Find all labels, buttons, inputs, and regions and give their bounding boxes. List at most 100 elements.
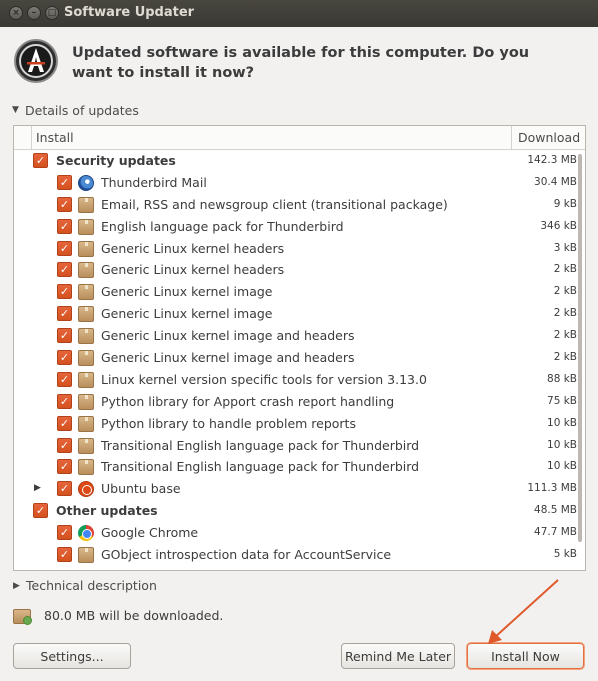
download-size: 88 kB [547,372,577,385]
column-divider [511,126,512,150]
install-checkbox[interactable]: ✓ [57,196,72,212]
package-icon [78,350,94,367]
install-checkbox[interactable]: ✓ [57,328,72,344]
chrome-icon [78,525,94,542]
package-icon [78,371,94,388]
update-row[interactable]: ✓ Thunderbird Mail 30.4 MB [14,172,585,194]
install-checkbox[interactable]: ✓ [57,174,72,190]
update-rows: ✓ Security updates 142.3 MB ✓ Thunderbird Ma… [14,150,585,566]
technical-description-expander[interactable]: ▶ Technical description [13,578,157,593]
update-row[interactable]: ▶ ✓ Ubuntu base 111.3 MB [14,478,585,500]
update-row[interactable]: ✓ Email, RSS and newsgroup client (transi… [14,194,585,216]
updates-tree[interactable]: Install Download ✓ Security updates 142.3 … [13,125,586,571]
expand-triangle-icon[interactable]: ▶ [34,483,41,493]
settings-button[interactable]: Settings... [13,643,131,669]
minimize-window-button[interactable]: – [27,6,41,20]
update-label: English language pack for Thunderbird [101,218,344,234]
scrollbar-thumb[interactable] [578,154,582,542]
close-window-button[interactable]: × [9,6,23,20]
package-icon [78,437,94,454]
install-checkbox[interactable]: ✓ [57,481,72,497]
category-label: Security updates [56,153,176,168]
download-size: 47.7 MB [534,526,577,539]
collapsed-triangle-icon: ▶ [13,580,20,591]
expanded-triangle-icon: ▼ [12,105,19,115]
install-checkbox[interactable]: ✓ [57,525,72,541]
update-row[interactable]: ✓ GObject introspection data for AccountS… [14,544,585,566]
install-checkbox[interactable]: ✓ [57,218,72,234]
install-checkbox[interactable]: ✓ [57,459,72,475]
download-size: 9 kB [553,197,577,210]
download-size: 142.3 MB [527,154,577,166]
package-download-icon [13,609,32,625]
download-size: 75 kB [547,394,577,407]
install-checkbox[interactable]: ✓ [57,371,72,387]
update-label: Generic Linux kernel image [101,306,273,322]
download-size: 10 kB [547,438,577,451]
download-size: 5 kB [553,548,577,561]
maximize-icon: □ [47,7,57,18]
update-row[interactable]: ✓ Generic Linux kernel headers 2 kB [14,259,585,281]
update-row[interactable]: ✓ English language pack for Thunderbird 34… [14,216,585,238]
update-label: Google Chrome [101,525,199,541]
package-icon [78,328,94,345]
download-size: 3 kB [553,241,577,254]
technical-description-label: Technical description [26,578,157,593]
install-checkbox[interactable]: ✓ [57,240,72,256]
thunderbird-icon [78,174,94,191]
update-row[interactable]: ✓ Transitional English language pack for … [14,435,585,457]
update-row[interactable]: ✓ Linux kernel version specific tools for… [14,369,585,391]
window-title: Software Updater [64,5,195,20]
update-row[interactable]: ✓ Transitional English language pack for … [14,456,585,478]
install-checkbox[interactable]: ✓ [57,262,72,278]
install-checkbox[interactable]: ✓ [57,415,72,431]
package-icon [78,240,94,257]
package-icon [78,284,94,301]
download-size: 2 kB [553,329,577,342]
install-checkbox[interactable]: ✓ [57,350,72,366]
update-row[interactable]: ✓ Generic Linux kernel image and headers 2… [14,347,585,369]
update-row[interactable]: ✓ Python library for Apport crash report … [14,391,585,413]
remind-me-later-button[interactable]: Remind Me Later [341,643,455,669]
update-label: Transitional English language pack for T… [101,459,420,475]
download-size: 346 kB [540,219,577,232]
details-of-updates-expander[interactable]: ▼ Details of updates [12,102,139,118]
update-row[interactable]: ✓ Generic Linux kernel image and headers 2… [14,325,585,347]
package-icon [78,218,94,235]
install-checkbox[interactable]: ✓ [57,547,72,563]
update-label: Generic Linux kernel headers [101,240,285,256]
package-icon [78,459,94,476]
update-label: Email, RSS and newsgroup client (transit… [101,196,448,212]
category-row[interactable]: ✓ Other updates 48.5 MB [14,500,585,522]
install-checkbox[interactable]: ✓ [57,306,72,322]
update-label: Generic Linux kernel headers [101,262,285,278]
update-row[interactable]: ✓ Google Chrome 47.7 MB [14,522,585,544]
minimize-icon: – [31,7,37,18]
update-row[interactable]: ✓ Generic Linux kernel image 2 kB [14,303,585,325]
update-label: Transitional English language pack for T… [101,437,420,453]
column-install-header[interactable]: Install [36,130,74,145]
install-checkbox[interactable]: ✓ [33,153,48,168]
download-size: 2 kB [553,307,577,320]
tree-header: Install Download [14,126,585,150]
update-row[interactable]: ✓ Python library to handle problem report… [14,413,585,435]
install-checkbox[interactable]: ✓ [57,437,72,453]
download-size: 10 kB [547,416,577,429]
update-row[interactable]: ✓ Generic Linux kernel headers 3 kB [14,238,585,260]
update-label: Python library to handle problem reports [101,415,356,431]
update-row[interactable]: ✓ Generic Linux kernel image 2 kB [14,281,585,303]
column-download-header[interactable]: Download [518,130,580,145]
ubuntu-icon [78,481,94,498]
maximize-window-button[interactable]: □ [45,6,59,20]
install-checkbox[interactable]: ✓ [33,503,48,519]
category-row[interactable]: ✓ Security updates 142.3 MB [14,150,585,172]
install-checkbox[interactable]: ✓ [57,284,72,300]
download-size-text: 80.0 MB will be downloaded. [44,608,224,623]
install-checkbox[interactable]: ✓ [57,393,72,409]
update-label: Python library for Apport crash report h… [101,393,395,409]
package-icon [78,262,94,279]
download-size: 111.3 MB [527,482,577,495]
download-size: 2 kB [553,351,577,364]
update-label: Generic Linux kernel image and headers [101,350,355,366]
software-updater-icon [14,39,58,83]
